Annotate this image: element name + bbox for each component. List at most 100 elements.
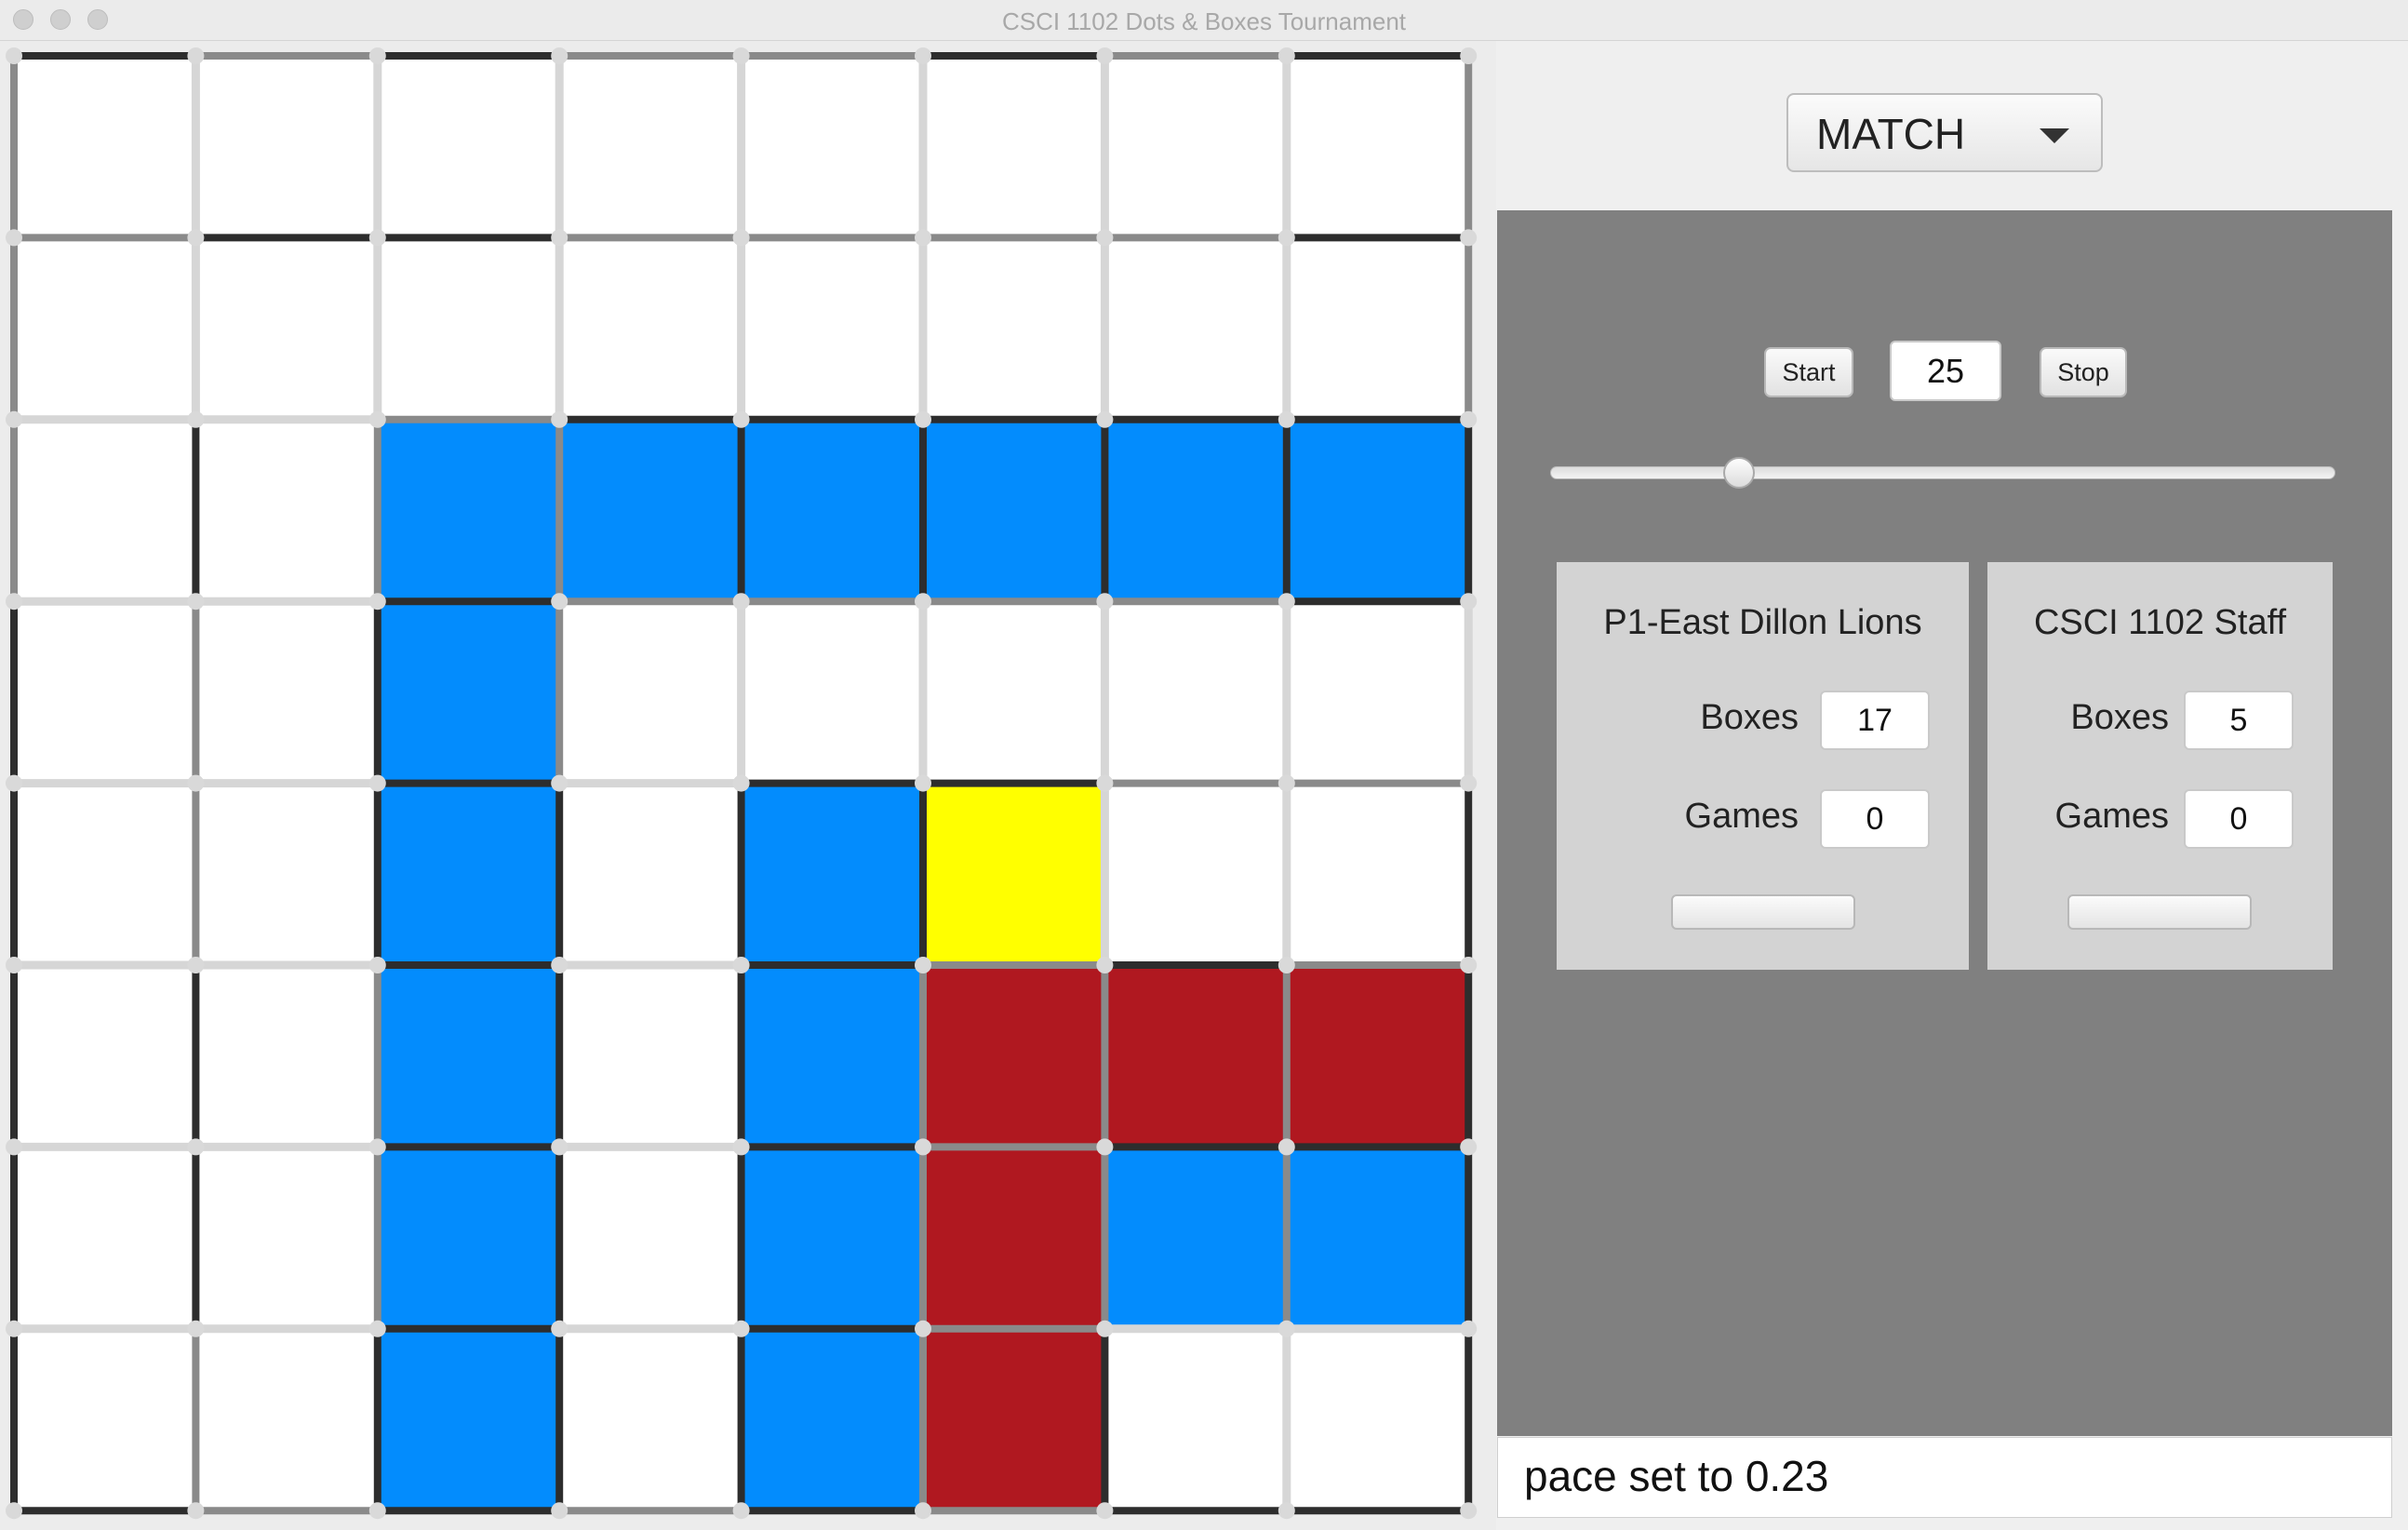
board-dot xyxy=(1096,1320,1114,1337)
games-field[interactable]: 0 xyxy=(2184,789,2294,849)
boxes-field[interactable]: 5 xyxy=(2184,691,2294,750)
board-dot xyxy=(187,774,205,792)
board-dot xyxy=(1096,229,1114,247)
board-box xyxy=(195,601,378,784)
board-dot xyxy=(1278,229,1295,247)
board-dot xyxy=(6,957,22,973)
board-dot xyxy=(1096,47,1114,64)
board-box xyxy=(741,783,923,965)
mode-dropdown[interactable]: MATCH xyxy=(1786,93,2103,172)
board-dot xyxy=(1460,774,1478,792)
boxes-label: Boxes xyxy=(2070,698,2169,737)
board-box xyxy=(923,601,1105,784)
board-dot xyxy=(551,229,569,247)
board-box xyxy=(923,783,1105,965)
board-box xyxy=(559,783,742,965)
board-dot xyxy=(368,957,386,973)
status-message: pace set to 0.23 xyxy=(1497,1437,2392,1518)
pace-slider-track[interactable] xyxy=(1550,466,2335,479)
mode-dropdown-value: MATCH xyxy=(1816,110,1966,158)
player-action-button[interactable] xyxy=(1671,894,1855,930)
board-box xyxy=(559,965,742,1148)
window-titlebar: CSCI 1102 Dots & Boxes Tournament xyxy=(0,0,2408,41)
board-dot xyxy=(915,1138,931,1156)
board-box xyxy=(195,965,378,1148)
board-dot xyxy=(187,1320,205,1337)
board-dot xyxy=(915,1502,931,1520)
board-box xyxy=(377,1328,560,1511)
board-dot xyxy=(551,774,569,792)
games-field[interactable]: 0 xyxy=(1820,789,1930,849)
board-dot xyxy=(1278,957,1295,973)
board-dot xyxy=(1460,957,1478,973)
board-dot xyxy=(732,1320,750,1337)
board-dot xyxy=(732,47,750,64)
board-box xyxy=(14,1328,196,1511)
board-dot xyxy=(1096,593,1114,611)
board-dot xyxy=(1096,957,1114,973)
board-dot xyxy=(732,957,750,973)
board-box xyxy=(377,419,560,602)
board-dot xyxy=(1460,593,1478,611)
board-box xyxy=(14,1147,196,1329)
board-dot xyxy=(1460,1502,1478,1520)
board-dot xyxy=(1096,410,1114,428)
board-dot xyxy=(1096,1502,1114,1520)
board-dot xyxy=(1278,774,1295,792)
board-box xyxy=(923,1147,1105,1329)
board-dot xyxy=(915,1320,931,1337)
board-box xyxy=(1104,965,1287,1148)
board-dot xyxy=(1460,410,1478,428)
board-dot xyxy=(915,593,931,611)
player-card-p1: P1-East Dillon Lions Boxes 17 Games 0 xyxy=(1557,562,1969,970)
board-box xyxy=(195,1147,378,1329)
board-dot xyxy=(1278,1502,1295,1520)
board-dot xyxy=(1460,1138,1478,1156)
pace-field[interactable]: 25 xyxy=(1890,341,2001,401)
board-box xyxy=(741,1147,923,1329)
start-button[interactable]: Start xyxy=(1764,347,1853,397)
board-dot xyxy=(732,229,750,247)
board-dot xyxy=(368,593,386,611)
player-name: P1-East Dillon Lions xyxy=(1603,603,1922,642)
board-dot xyxy=(368,774,386,792)
board-box xyxy=(1286,783,1469,965)
board-dot xyxy=(368,1320,386,1337)
player-action-button[interactable] xyxy=(2067,894,2252,930)
board-box xyxy=(559,1147,742,1329)
board-box xyxy=(195,56,378,238)
board-box xyxy=(14,419,196,602)
stop-button[interactable]: Stop xyxy=(2040,347,2127,397)
board-box xyxy=(741,965,923,1148)
board-box xyxy=(14,56,196,238)
board-box xyxy=(741,237,923,420)
board-dot xyxy=(551,1138,569,1156)
board-dot xyxy=(1278,1320,1295,1337)
board-dot xyxy=(732,1502,750,1520)
board-dot xyxy=(187,47,205,64)
board-box xyxy=(1104,601,1287,784)
board-dot xyxy=(1096,1138,1114,1156)
board-box xyxy=(14,601,196,784)
board-dot xyxy=(6,47,22,64)
board-dot xyxy=(732,410,750,428)
window-title: CSCI 1102 Dots & Boxes Tournament xyxy=(1001,7,1407,35)
board-box xyxy=(1104,1147,1287,1329)
board-box xyxy=(377,783,560,965)
player-name: CSCI 1102 Staff xyxy=(2033,603,2287,642)
board-box xyxy=(559,419,742,602)
boxes-field[interactable]: 17 xyxy=(1820,691,1930,750)
board-dot xyxy=(1096,774,1114,792)
board-box xyxy=(1104,1328,1287,1511)
board-box xyxy=(1286,237,1469,420)
board-box xyxy=(1104,783,1287,965)
pace-slider-thumb[interactable] xyxy=(1723,457,1755,489)
board-box xyxy=(1286,1147,1469,1329)
board-dot xyxy=(1460,47,1478,64)
game-board[interactable] xyxy=(0,41,1492,1530)
board-box xyxy=(195,237,378,420)
board-box xyxy=(559,56,742,238)
board-dot xyxy=(1278,47,1295,64)
board-grid[interactable] xyxy=(0,41,1492,1530)
board-dot xyxy=(368,410,386,428)
